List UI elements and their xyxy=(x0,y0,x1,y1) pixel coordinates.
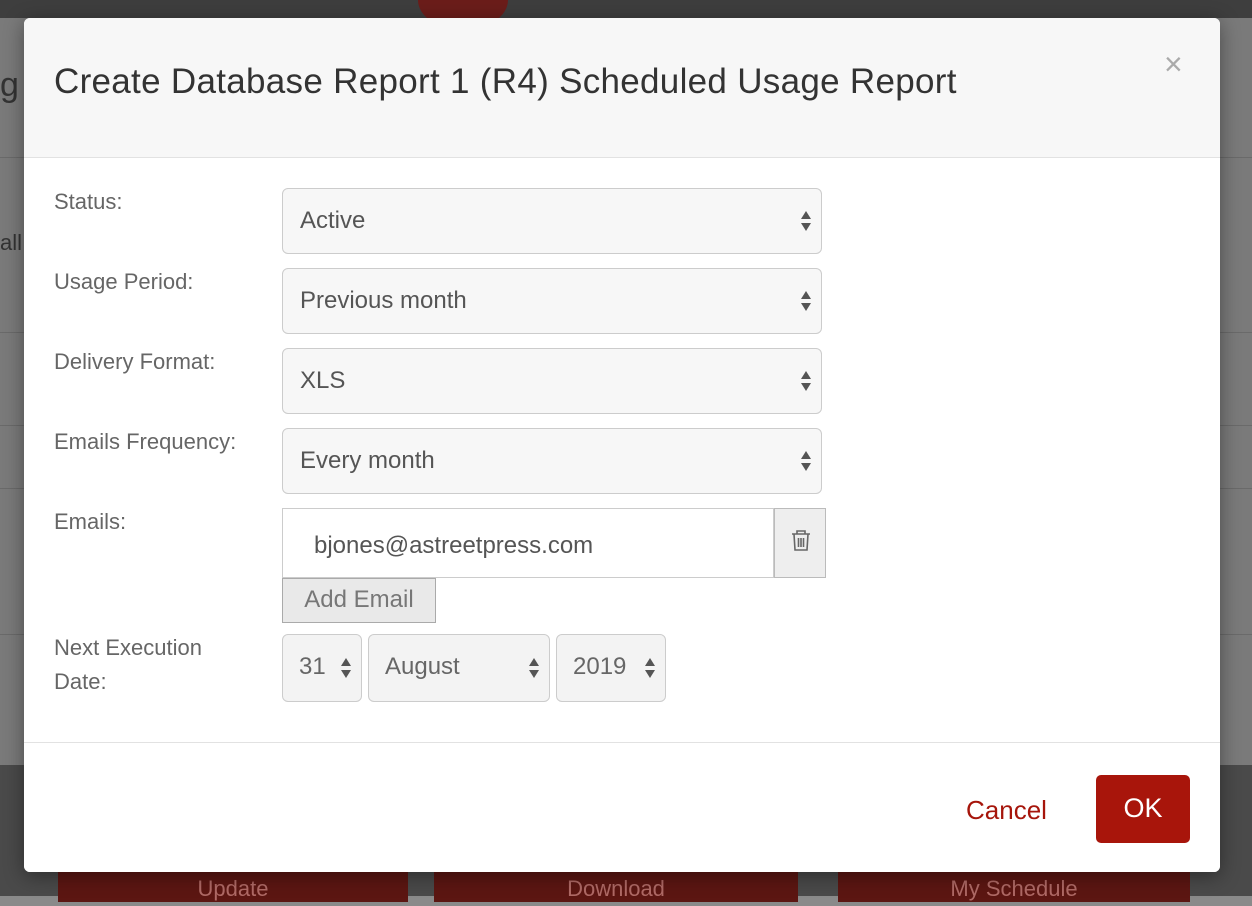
select-arrows-icon xyxy=(529,658,541,680)
month-select-value: August xyxy=(385,653,460,680)
select-arrows-icon xyxy=(801,291,813,313)
select-arrows-icon xyxy=(341,658,353,680)
modal-footer: Cancel OK xyxy=(24,742,1220,872)
year-select[interactable]: 2019 xyxy=(556,634,666,702)
email-field[interactable]: bjones@astreetpress.com xyxy=(282,508,774,578)
status-select-value: Active xyxy=(300,207,366,234)
day-select[interactable]: 31 xyxy=(282,634,362,702)
select-arrows-icon xyxy=(801,451,813,473)
delivery-format-label: Delivery Format: xyxy=(54,349,216,374)
modal-header: Create Database Report 1 (R4) Scheduled … xyxy=(24,18,1220,158)
remove-email-button[interactable] xyxy=(774,508,826,578)
next-execution-date-label: Next Execution Date: xyxy=(54,631,202,699)
usage-period-select-value: Previous month xyxy=(300,287,467,314)
trash-icon xyxy=(792,530,810,551)
usage-period-select[interactable]: Previous month xyxy=(282,268,822,334)
year-select-value: 2019 xyxy=(573,653,627,680)
background-partial-text: all xyxy=(0,230,23,255)
day-select-value: 31 xyxy=(299,653,326,680)
emails-label: Emails: xyxy=(54,509,127,534)
background-topbar xyxy=(0,0,1252,18)
modal-title: Create Database Report 1 (R4) Scheduled … xyxy=(54,62,957,101)
next-execution-date-label-line2: Date: xyxy=(54,669,107,694)
emails-frequency-select[interactable]: Every month xyxy=(282,428,822,494)
add-email-button[interactable]: Add Email xyxy=(282,578,436,623)
emails-frequency-label: Emails Frequency: xyxy=(54,429,237,454)
delivery-format-select-value: XLS xyxy=(300,367,346,394)
close-icon[interactable]: × xyxy=(1164,46,1183,83)
cancel-button[interactable]: Cancel xyxy=(966,795,1047,826)
select-arrows-icon xyxy=(645,658,657,680)
emails-frequency-select-value: Every month xyxy=(300,447,435,474)
background-my-schedule-button: My Schedule xyxy=(838,872,1190,902)
status-label: Status: xyxy=(54,189,123,214)
background-update-button: Update xyxy=(58,872,408,902)
scheduled-report-modal: Create Database Report 1 (R4) Scheduled … xyxy=(24,18,1220,872)
usage-period-label: Usage Period: xyxy=(54,269,194,294)
status-select[interactable]: Active xyxy=(282,188,822,254)
next-execution-date-label-line1: Next Execution xyxy=(54,635,202,660)
month-select[interactable]: August xyxy=(368,634,550,702)
background-download-button: Download xyxy=(434,872,798,902)
select-arrows-icon xyxy=(801,371,813,393)
select-arrows-icon xyxy=(801,211,813,233)
delivery-format-select[interactable]: XLS xyxy=(282,348,822,414)
background-partial-heading: g xyxy=(0,66,19,104)
ok-button[interactable]: OK xyxy=(1096,775,1190,843)
